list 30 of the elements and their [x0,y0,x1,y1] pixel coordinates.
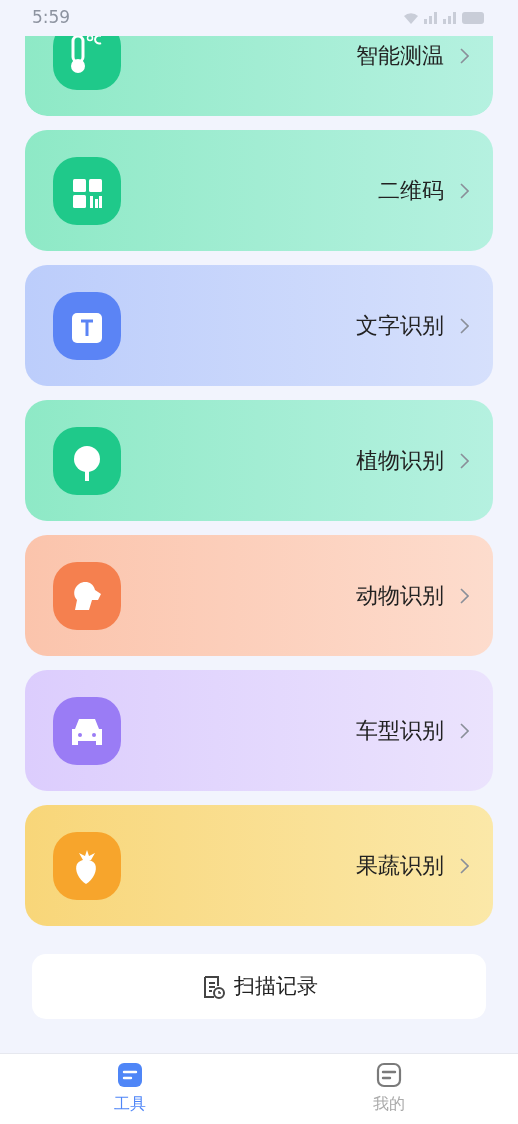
status-time: 5:59 [32,6,71,30]
tool-card[interactable]: 果蔬识别 [25,805,493,926]
chevron-right-icon [460,587,469,604]
signal-icon [443,12,457,24]
list-icon [375,1062,402,1088]
tool-card[interactable]: 车型识别 [25,670,493,791]
tool-label: 车型识别 [356,717,444,745]
tool-card[interactable]: 智能测温 [25,36,493,116]
tool-card[interactable]: 二维码 [25,130,493,251]
chevron-right-icon [460,182,469,199]
tool-card[interactable]: 动物识别 [25,535,493,656]
tool-label: 二维码 [378,177,444,205]
tool-label: 动物识别 [356,582,444,610]
chevron-right-icon [460,317,469,334]
tool-label: 智能测温 [356,42,444,70]
tool-label: 文字识别 [356,312,444,340]
chevron-right-icon [460,452,469,469]
list-icon [116,1062,143,1088]
tool-card[interactable]: 植物识别 [25,400,493,521]
battery-icon [462,12,486,24]
tool-label: 果蔬识别 [356,852,444,880]
scan-record-button[interactable]: 扫描记录 [32,954,486,1019]
chevron-right-icon [460,47,469,64]
tool-card[interactable]: 文字识别 [25,265,493,386]
chevron-right-icon [460,857,469,874]
chevron-right-icon [460,722,469,739]
wifi-icon [403,12,419,24]
signal-icon [424,12,438,24]
tool-label: 植物识别 [356,447,444,475]
nav-tab[interactable]: 工具 [0,1054,259,1124]
